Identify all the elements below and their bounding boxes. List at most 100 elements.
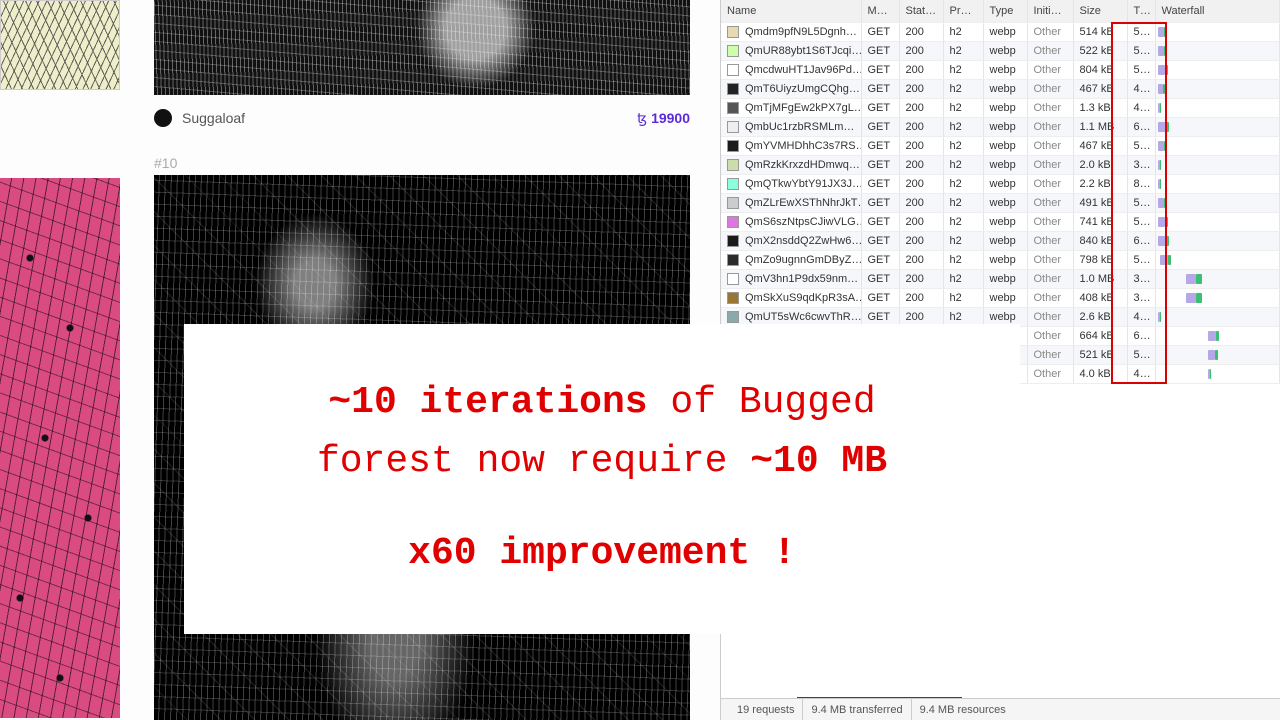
cell-waterfall [1155,193,1280,212]
waterfall-download-bar [1165,217,1168,227]
col-header-type[interactable]: Type [983,0,1027,22]
cell-method: GET [861,136,899,155]
resource-name: Qmdm9pfN9L5Dgnh… [745,26,857,38]
resource-icon [727,292,739,304]
gallery-thumb-1[interactable] [0,0,120,90]
waterfall-download-bar [1164,27,1166,37]
cell-name[interactable]: QmQTkwYbtY91JX3J… [721,174,861,193]
author-avatar[interactable] [154,109,172,127]
cell-waterfall [1155,41,1280,60]
network-row[interactable]: QmcdwuHT1Jav96Pd…GET200h2webpOther804 kB… [721,60,1280,79]
cell-protocol: h2 [943,79,983,98]
col-header-method[interactable]: Met… [861,0,899,22]
cell-size: 664 kB [1073,326,1127,345]
cell-initiator: Other [1027,155,1073,174]
network-row[interactable]: QmUR88ybt1S6TJcqi…GET200h2webpOther522 k… [721,41,1280,60]
network-row[interactable]: QmS6szNtpsCJiwVLG…GET200h2webpOther741 k… [721,212,1280,231]
cell-name[interactable]: QmUR88ybt1S6TJcqi… [721,41,861,60]
cell-name[interactable]: QmZLrEwXSThNhrJkT… [721,193,861,212]
waterfall-download-bar [1196,293,1202,303]
gallery-main-artwork-top[interactable] [154,0,690,95]
waterfall-wait-bar [1158,122,1166,132]
network-row[interactable]: QmSkXuS9qdKpR3sA…GET200h2webpOther408 kB… [721,288,1280,307]
network-row[interactable]: QmbUc1rzbRSMLm…GET200h2webpOther1.1 MB6… [721,117,1280,136]
tezos-symbol: ꜩ [637,110,647,126]
waterfall-download-bar [1164,46,1166,56]
network-row[interactable]: QmX2nsddQ2ZwHw6…GET200h2webpOther840 kB6… [721,231,1280,250]
cell-initiator: Other [1027,136,1073,155]
cell-method: GET [861,79,899,98]
resource-icon [727,121,739,133]
cell-initiator: Other [1027,79,1073,98]
cell-type: webp [983,155,1027,174]
resource-name: QmSkXuS9qdKpR3sA… [745,292,861,304]
cell-time: 5… [1127,212,1155,231]
resource-name: QmRzkKrxzdHDmwq… [745,159,860,171]
waterfall-download-bar [1166,236,1169,246]
col-header-protocol[interactable]: Proto… [943,0,983,22]
cell-size: 2.6 kB [1073,307,1127,326]
cell-size: 1.0 MB [1073,269,1127,288]
resource-name: QmQTkwYbtY91JX3J… [745,178,861,190]
cell-size: 741 kB [1073,212,1127,231]
cell-type: webp [983,193,1027,212]
network-row[interactable]: Qmdm9pfN9L5Dgnh…GET200h2webpOther514 kB5… [721,22,1280,41]
col-header-waterfall[interactable]: Waterfall [1155,0,1280,22]
cell-type: webp [983,41,1027,60]
resource-name: QmUT5sWc6cwvThR… [745,311,861,323]
network-row[interactable]: QmT6UiyzUmgCQhg…GET200h2webpOther467 kB4… [721,79,1280,98]
cell-name[interactable]: QmV3hn1P9dx59nm… [721,269,861,288]
cell-type: webp [983,250,1027,269]
cell-initiator: Other [1027,326,1073,345]
resource-name: QmZo9ugnnGmDByZ… [745,254,861,266]
annotation-line-1: ~10 iterations of Bugged [328,374,875,433]
cell-name[interactable]: QmZo9ugnnGmDByZ… [721,250,861,269]
cell-name[interactable]: QmSkXuS9qdKpR3sA… [721,288,861,307]
network-row[interactable]: QmYVMHDhhC3s7RS…GET200h2webpOther467 kB5… [721,136,1280,155]
network-row[interactable]: QmZLrEwXSThNhrJkT…GET200h2webpOther491 k… [721,193,1280,212]
gallery-thumb-2[interactable] [0,178,120,718]
cell-name[interactable]: QmYVMHDhhC3s7RS… [721,136,861,155]
cell-waterfall [1155,364,1280,383]
resource-icon [727,83,739,95]
network-row[interactable]: QmTjMFgEw2kPX7gL…GET200h2webpOther1.3 kB… [721,98,1280,117]
waterfall-wait-bar [1158,46,1164,56]
cell-type: webp [983,98,1027,117]
cell-name[interactable]: QmcdwuHT1Jav96Pd… [721,60,861,79]
cell-size: 2.2 kB [1073,174,1127,193]
cell-size: 467 kB [1073,136,1127,155]
network-row[interactable]: QmQTkwYbtY91JX3J…GET200h2webpOther2.2 kB… [721,174,1280,193]
resource-icon [727,216,739,228]
col-header-time[interactable]: Ti… [1127,0,1155,22]
artwork-meta-row: Suggaloaf ꜩ19900 [154,103,690,133]
cell-name[interactable]: QmX2nsddQ2ZwHw6… [721,231,861,250]
cell-size: 840 kB [1073,231,1127,250]
cell-protocol: h2 [943,117,983,136]
resource-name: QmbUc1rzbRSMLm… [745,121,854,133]
network-row[interactable]: QmV3hn1P9dx59nm…GET200h2webpOther1.0 MB3… [721,269,1280,288]
network-row[interactable]: QmZo9ugnnGmDByZ…GET200h2webpOther798 kB5… [721,250,1280,269]
artwork-price: ꜩ19900 [637,110,690,127]
col-header-size[interactable]: Size [1073,0,1127,22]
cell-name[interactable]: QmTjMFgEw2kPX7gL… [721,98,861,117]
col-header-initiator[interactable]: Initiator [1027,0,1073,22]
cell-name[interactable]: QmbUc1rzbRSMLm… [721,117,861,136]
author-name[interactable]: Suggaloaf [182,110,245,126]
cell-name[interactable]: Qmdm9pfN9L5Dgnh… [721,22,861,41]
cell-status: 200 [899,193,943,212]
cell-size: 1.3 kB [1073,98,1127,117]
col-header-status[interactable]: Status [899,0,943,22]
network-row[interactable]: QmRzkKrxzdHDmwq…GET200h2webpOther2.0 kB3… [721,155,1280,174]
cell-status: 200 [899,79,943,98]
col-header-name[interactable]: Name [721,0,861,22]
cell-name[interactable]: QmT6UiyzUmgCQhg… [721,79,861,98]
cell-name[interactable]: QmRzkKrxzdHDmwq… [721,155,861,174]
cell-status: 200 [899,269,943,288]
waterfall-wait-bar [1158,27,1164,37]
network-header-row: Name Met… Status Proto… Type Initiator S… [721,0,1280,22]
resource-name: QmTjMFgEw2kPX7gL… [745,102,861,114]
cell-size: 521 kB [1073,345,1127,364]
cell-name[interactable]: QmS6szNtpsCJiwVLG… [721,212,861,231]
cell-method: GET [861,98,899,117]
artwork-thumbnail [0,178,120,718]
